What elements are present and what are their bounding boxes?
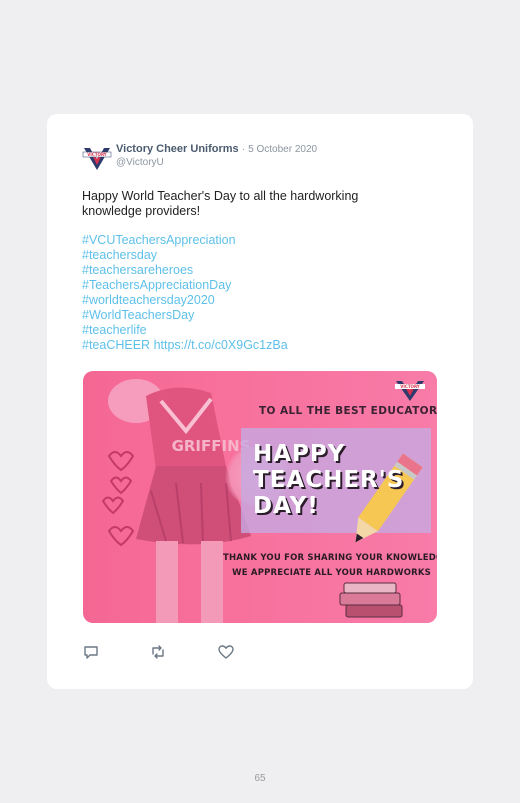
thanks-line: THANK YOU FOR SHARING YOUR KNOWLEDGE! [223, 553, 437, 563]
hashtag-link[interactable]: #VCUTeachersAppreciation [82, 233, 288, 248]
svg-text:VICTORY: VICTORY [87, 152, 107, 157]
heart-icon[interactable] [218, 644, 234, 660]
tweet-link[interactable]: https://t.co/c0X9Gc1zBa [154, 338, 288, 352]
author-name[interactable]: Victory Cheer Uniforms [116, 143, 239, 155]
hashtag-link[interactable]: #teachersareheroes [82, 263, 288, 278]
retweet-icon[interactable] [150, 644, 166, 660]
victory-logo-avatar[interactable]: VICTORY [82, 144, 112, 172]
books-illustration [339, 582, 403, 618]
hashtag-link[interactable]: #teacherlife [82, 323, 288, 338]
svg-text:VICTORY: VICTORY [400, 384, 420, 389]
title-line: HAPPY [253, 441, 346, 467]
hashtag-link[interactable]: #teaCHEER [82, 338, 150, 352]
page-number: 65 [254, 773, 266, 784]
tweet-author: Victory Cheer Uniforms · 5 October 2020 [116, 143, 317, 155]
tweet-media-image[interactable]: GRIFFINS VICTORY TO ALL THE BEST EDUCATO… [83, 371, 437, 623]
hashtag-link[interactable]: #WorldTeachersDay [82, 308, 288, 323]
reply-icon[interactable] [83, 644, 99, 660]
tweet-card: VICTORY Victory Cheer Uniforms · 5 Octob… [47, 114, 473, 689]
title-line: TEACHER'S [253, 467, 405, 493]
last-hashtag-line: #teaCHEER https://t.co/c0X9Gc1zBa [82, 338, 288, 353]
author-handle[interactable]: @VictoryU [116, 157, 164, 168]
media-to-all-text: TO ALL THE BEST EDUCATORS, [259, 405, 437, 417]
victory-logo-icon: VICTORY [395, 381, 425, 401]
cheerleader-illustration: GRIFFINS [101, 379, 251, 623]
tweet-text: Happy World Teacher's Day to all the har… [82, 189, 359, 218]
meta-separator: · [241, 144, 246, 155]
hashtag-link[interactable]: #teachersday [82, 248, 288, 263]
title-line: DAY! [253, 493, 319, 519]
happy-teachers-day-title: HAPPY TEACHER'S DAY! [253, 441, 423, 519]
tweet-header: VICTORY Victory Cheer Uniforms · 5 Octob… [82, 142, 453, 172]
hashtag-link[interactable]: #TeachersAppreciationDay [82, 278, 288, 293]
hashtag-link[interactable]: #worldteachersday2020 [82, 293, 288, 308]
hashtag-list: #VCUTeachersAppreciation #teachersday #t… [82, 233, 288, 353]
tweet-date[interactable]: 5 October 2020 [248, 144, 317, 155]
